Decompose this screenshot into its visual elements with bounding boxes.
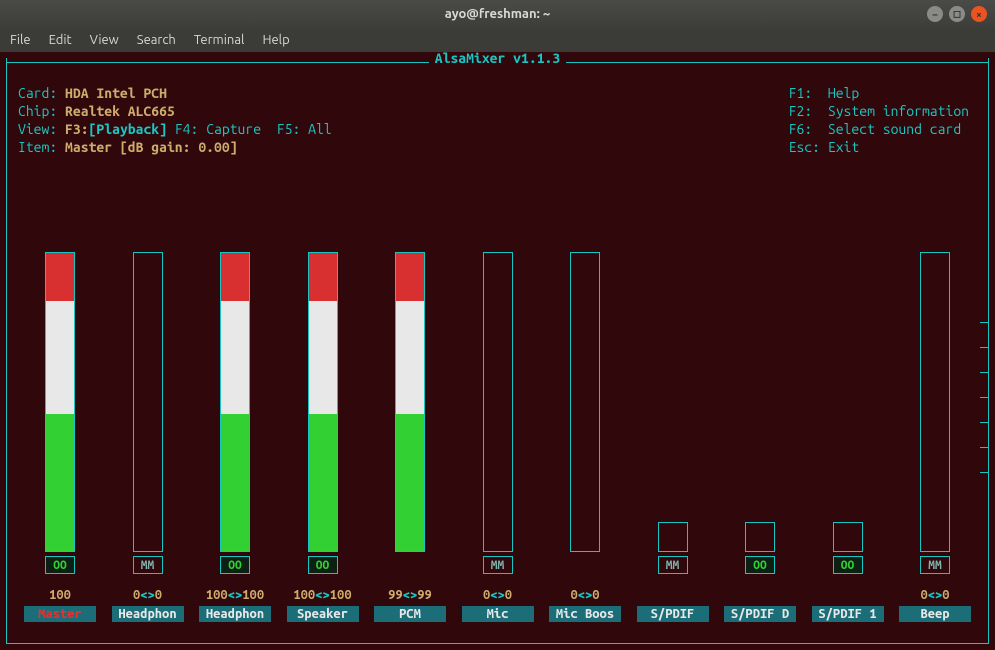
minimize-button[interactable]: – xyxy=(927,6,943,22)
volume-label: 100<>100 xyxy=(206,588,264,604)
view-playback[interactable]: [Playback] xyxy=(89,121,167,137)
mute-indicator[interactable]: OO xyxy=(833,556,863,574)
mute-indicator[interactable]: MM xyxy=(133,556,163,574)
volume-label: 0<>0 xyxy=(570,588,599,604)
help-block: F1: Help F2: System information F6: Sele… xyxy=(789,66,969,174)
view-f4[interactable]: F4: Capture xyxy=(175,121,261,137)
window-title: ayo@freshman: ~ xyxy=(445,7,550,21)
channel-name[interactable]: Beep xyxy=(899,606,971,622)
mixer-channel[interactable]: OO 100<>100 Headphon xyxy=(195,252,275,622)
help-f2-key[interactable]: F2: xyxy=(789,103,813,119)
mixer-channel[interactable]: OO S/PDIF D xyxy=(720,522,800,622)
mute-indicator[interactable]: OO xyxy=(220,556,250,574)
menu-terminal[interactable]: Terminal xyxy=(194,33,245,47)
channel-name[interactable]: S/PDIF 1 xyxy=(812,606,884,622)
view-f5[interactable]: F5: All xyxy=(277,121,332,137)
mute-indicator[interactable]: OO xyxy=(308,556,338,574)
volume-bar[interactable] xyxy=(833,522,863,552)
volume-bar[interactable] xyxy=(658,522,688,552)
help-f2-val: System information xyxy=(828,103,969,119)
volume-bar[interactable] xyxy=(483,252,513,552)
channel-name[interactable]: Mic Boos xyxy=(549,606,621,622)
mixer-channel[interactable]: MM 0<>0 Beep xyxy=(895,252,975,622)
mixer-channel[interactable]: OO S/PDIF 1 xyxy=(808,522,888,622)
channel-name[interactable]: PCM xyxy=(374,606,446,622)
volume-bar[interactable] xyxy=(220,252,250,552)
help-f1-val: Help xyxy=(828,85,859,101)
window-controls: – ◻ × xyxy=(927,6,987,22)
close-button[interactable]: × xyxy=(971,6,987,22)
volume-label: 0<>0 xyxy=(920,588,949,604)
mixer-channel[interactable]: OO 100<>100 Speaker xyxy=(283,252,363,622)
channel-name[interactable]: S/PDIF xyxy=(637,606,709,622)
mixer-channel[interactable]: OO 100 Master xyxy=(20,252,100,622)
channel-name[interactable]: Headphon xyxy=(112,606,184,622)
mixer-channel[interactable]: MM S/PDIF xyxy=(633,522,713,622)
help-esc-val: Exit xyxy=(828,139,859,155)
maximize-button[interactable]: ◻ xyxy=(949,6,965,22)
app-title: AlsaMixer v1.1.3 xyxy=(429,50,566,66)
menu-search[interactable]: Search xyxy=(137,33,176,47)
help-f1-key[interactable]: F1: xyxy=(789,85,813,101)
menu-help[interactable]: Help xyxy=(262,33,289,47)
scrollbar-ticks xyxy=(980,322,988,473)
channel-name[interactable]: S/PDIF D xyxy=(724,606,796,622)
volume-bar[interactable] xyxy=(308,252,338,552)
volume-label: 0<>0 xyxy=(133,588,162,604)
item-value: Master [dB gain: 0.00] xyxy=(65,139,237,155)
mute-indicator[interactable]: MM xyxy=(920,556,950,574)
volume-label: 100<>100 xyxy=(293,588,351,604)
mixer-channels: OO 100 Master MM 0<>0 Headphon OO 100<>100 Headp… xyxy=(20,252,975,622)
channel-name[interactable]: Master xyxy=(24,606,96,622)
mixer-channel[interactable]: MM 0<>0 Mic xyxy=(458,252,538,622)
info-block: Card: HDA Intel PCH Chip: Realtek ALC665… xyxy=(18,66,332,174)
view-f3[interactable]: F3: xyxy=(65,121,89,137)
titlebar[interactable]: ayo@freshman: ~ – ◻ × xyxy=(0,0,995,28)
channel-name[interactable]: Mic xyxy=(462,606,534,622)
card-value: HDA Intel PCH xyxy=(65,85,167,101)
volume-bar[interactable] xyxy=(920,252,950,552)
channel-name[interactable]: Headphon xyxy=(199,606,271,622)
mute-indicator[interactable]: OO xyxy=(45,556,75,574)
mixer-channel[interactable]: 99<>99 PCM xyxy=(370,252,450,622)
chip-value: Realtek ALC665 xyxy=(65,103,175,119)
help-f6-val: Select sound card xyxy=(828,121,961,137)
volume-label: 0<>0 xyxy=(483,588,512,604)
menu-edit[interactable]: Edit xyxy=(49,33,72,47)
terminal-window: ayo@freshman: ~ – ◻ × File Edit View Sea… xyxy=(0,0,995,650)
volume-bar[interactable] xyxy=(745,522,775,552)
mute-indicator[interactable]: MM xyxy=(483,556,513,574)
terminal-area[interactable]: AlsaMixer v1.1.3 Card: HDA Intel PCH Chi… xyxy=(0,52,995,650)
volume-label: 100 xyxy=(49,588,71,604)
menu-view[interactable]: View xyxy=(90,33,119,47)
item-label: Item: xyxy=(18,139,57,155)
mixer-channel[interactable]: MM 0<>0 Headphon xyxy=(108,252,188,622)
channel-name[interactable]: Speaker xyxy=(287,606,359,622)
volume-bar[interactable] xyxy=(133,252,163,552)
mute-indicator[interactable]: MM xyxy=(658,556,688,574)
volume-bar[interactable] xyxy=(570,252,600,552)
view-label: View: xyxy=(18,121,57,137)
card-label: Card: xyxy=(18,85,57,101)
volume-label: 99<>99 xyxy=(388,588,432,604)
menu-file[interactable]: File xyxy=(10,33,31,47)
help-f6-key[interactable]: F6: xyxy=(789,121,813,137)
menubar: File Edit View Search Terminal Help xyxy=(0,28,995,52)
tui-frame-top: AlsaMixer v1.1.3 xyxy=(6,58,989,66)
volume-bar[interactable] xyxy=(395,252,425,552)
mute-indicator[interactable]: OO xyxy=(745,556,775,574)
volume-bar[interactable] xyxy=(45,252,75,552)
chip-label: Chip: xyxy=(18,103,57,119)
help-esc-key[interactable]: Esc: xyxy=(789,139,820,155)
mixer-channel[interactable]: 0<>0 Mic Boos xyxy=(545,252,625,622)
